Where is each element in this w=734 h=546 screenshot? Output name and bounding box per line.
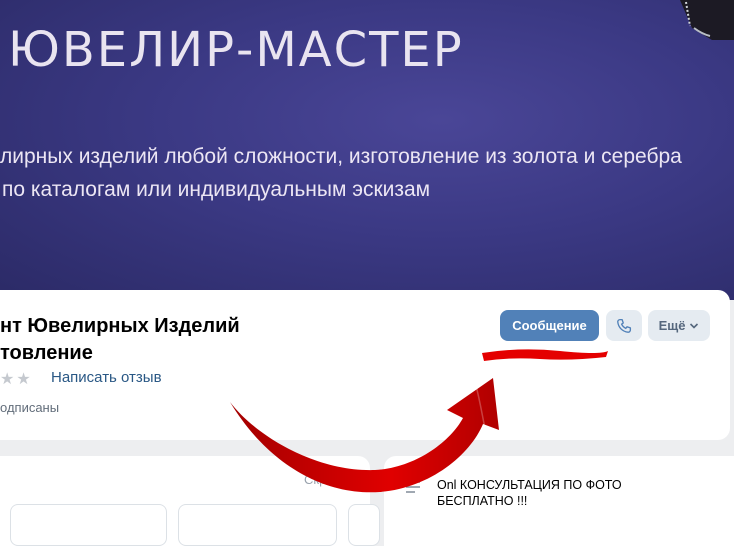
more-label: Ещё: [658, 318, 686, 333]
banner-subtitle-line1: лирных изделий любой сложности, изготовл…: [0, 145, 682, 168]
more-button[interactable]: Ещё: [648, 310, 710, 341]
cover-banner: ЮВЕЛИР-МАСТЕР лирных изделий любой сложн…: [0, 0, 734, 300]
call-button[interactable]: [606, 310, 642, 341]
star-icon: ★: [16, 371, 33, 388]
chevron-down-icon: [690, 322, 699, 329]
banner-subtitle-line2: по каталогам или индивидуальным эскизам: [2, 178, 431, 201]
rating-stars: ★★: [0, 369, 33, 389]
product-thumbnail[interactable]: [10, 504, 167, 546]
red-arrow-annotation: [230, 378, 499, 493]
message-button[interactable]: Сообщение: [500, 310, 599, 341]
jewelry-image: [680, 0, 734, 40]
banner-title: ЮВЕЛИР-МАСТЕР: [8, 22, 464, 78]
community-name: нт Ювелирных Изделий товление: [0, 313, 240, 367]
community-name-line1: нт Ювелирных Изделий: [0, 315, 240, 337]
star-icon: ★: [0, 371, 17, 388]
write-review-link[interactable]: Написать отзыв: [51, 369, 162, 386]
banner-subtitle: лирных изделий любой сложности, изготовл…: [0, 140, 682, 206]
phone-icon: [617, 318, 632, 333]
community-name-line2: товление: [0, 342, 93, 364]
subscribed-status: одписаны: [0, 400, 60, 415]
